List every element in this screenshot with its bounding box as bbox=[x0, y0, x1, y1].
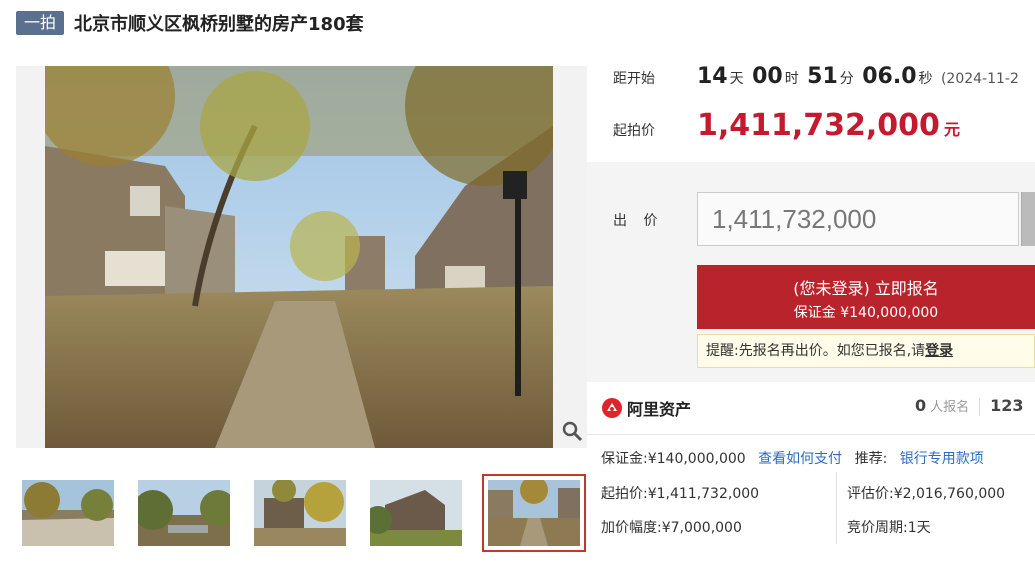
thumbnail-4[interactable] bbox=[364, 474, 468, 552]
deposit-row: 保证金:¥140,000,000 查看如何支付 推荐: 银行专用款项 bbox=[601, 448, 984, 468]
cycle-detail: 竞价周期:1天 bbox=[847, 520, 931, 536]
login-reminder: 提醒:先报名再出价。如您已报名,请登录 bbox=[697, 334, 1035, 368]
section-divider bbox=[587, 434, 1035, 435]
main-image-viewer[interactable] bbox=[16, 66, 587, 448]
bid-stepper[interactable] bbox=[1021, 192, 1035, 246]
start-price: 1,411,732,000 元 bbox=[697, 108, 960, 143]
stat-divider bbox=[979, 397, 981, 416]
recommend-label: 推荐: bbox=[854, 451, 888, 467]
main-property-photo[interactable] bbox=[45, 66, 553, 448]
login-link[interactable]: 登录 bbox=[925, 343, 953, 359]
title-bar: 一拍 北京市顺义区枫桥别墅的房产180套 bbox=[16, 10, 364, 36]
signup-button[interactable]: (您未登录) 立即报名 保证金 ¥140,000,000 bbox=[697, 265, 1035, 329]
page-title: 北京市顺义区枫桥别墅的房产180套 bbox=[74, 14, 364, 35]
detail-divider bbox=[836, 472, 837, 544]
countdown-seconds: 06.0 bbox=[862, 64, 917, 89]
alibaba-logo-icon bbox=[602, 398, 622, 418]
countdown-timer: 14 天 00 时 51 分 06.0 秒 (2024-11-2 bbox=[697, 64, 1019, 89]
reminder-text: 提醒:先报名再出价。如您已报名,请 bbox=[706, 343, 926, 359]
bid-box: 出 价 1,411,732,000 (您未登录) 立即报名 保证金 ¥140,0… bbox=[587, 162, 1035, 382]
alibaba-brand: 阿里资产 bbox=[601, 396, 691, 420]
start-price-label: 起拍价 bbox=[613, 123, 655, 139]
bank-loan-link[interactable]: 银行专用款项 bbox=[900, 451, 984, 467]
thumbnail-5-selected[interactable] bbox=[482, 474, 586, 552]
start-price-detail: 起拍价:¥1,411,732,000 bbox=[601, 486, 760, 502]
hours-unit: 时 bbox=[784, 71, 799, 87]
seconds-unit: 秒 bbox=[918, 71, 933, 87]
deposit-text: 保证金:¥140,000,000 bbox=[601, 451, 746, 467]
start-price-unit: 元 bbox=[943, 120, 960, 139]
countdown-hours: 00 bbox=[752, 64, 783, 89]
countdown-label: 距开始 bbox=[613, 71, 655, 87]
signup-button-deposit: 保证金 ¥140,000,000 bbox=[793, 305, 939, 321]
countdown-minutes: 51 bbox=[807, 64, 838, 89]
thumbnail-3[interactable] bbox=[248, 474, 352, 552]
countdown-days: 14 bbox=[697, 64, 728, 89]
registrant-label: 人报名 bbox=[930, 400, 970, 415]
registration-stats: 0 人报名 123 bbox=[915, 396, 1024, 416]
thumbnail-2[interactable] bbox=[132, 474, 236, 552]
start-price-value: 1,411,732,000 bbox=[697, 108, 940, 143]
auction-round-badge: 一拍 bbox=[16, 11, 65, 35]
bid-label: 出 价 bbox=[613, 213, 664, 229]
thumbnail-strip bbox=[16, 474, 591, 552]
how-to-pay-link[interactable]: 查看如何支付 bbox=[758, 451, 842, 467]
increment-detail: 加价幅度:¥7,000,000 bbox=[601, 520, 742, 536]
bid-amount-input[interactable]: 1,411,732,000 bbox=[697, 192, 1019, 246]
minutes-unit: 分 bbox=[839, 71, 854, 87]
thumbnail-1[interactable] bbox=[16, 474, 120, 552]
valuation-detail: 评估价:¥2,016,760,000 bbox=[847, 486, 1006, 502]
magnifier-icon[interactable] bbox=[561, 420, 583, 442]
start-date: (2024-11-2 bbox=[940, 71, 1019, 87]
auction-info-panel: 距开始 14 天 00 时 51 分 06.0 秒 (2024-11-2 起拍价 1,4… bbox=[587, 56, 1035, 576]
view-count: 123 bbox=[990, 396, 1024, 415]
brand-name: 阿里资产 bbox=[627, 400, 692, 419]
days-unit: 天 bbox=[729, 71, 744, 87]
registrant-count: 0 bbox=[915, 396, 927, 415]
signup-button-title: (您未登录) 立即报名 bbox=[793, 279, 939, 298]
